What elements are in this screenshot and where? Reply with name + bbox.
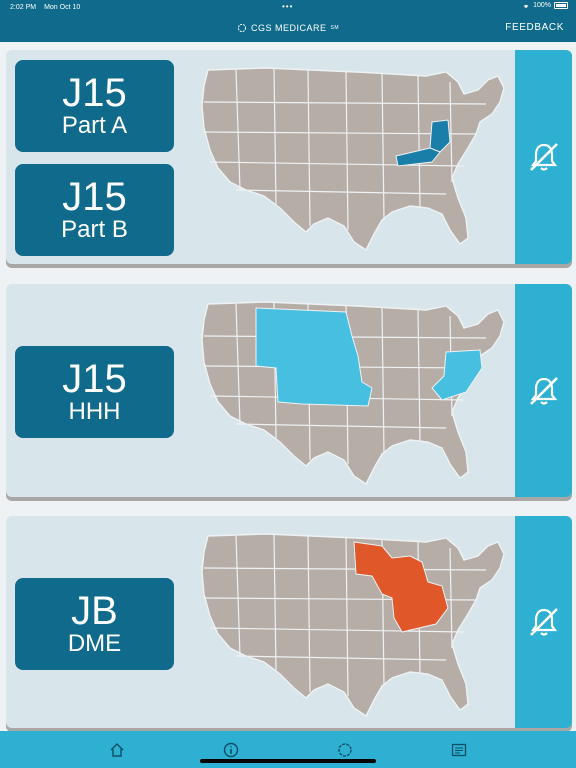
status-right: 100%: [522, 2, 568, 9]
brand-logo: CGS MEDICARE SM: [237, 23, 339, 33]
bell-off-icon: [529, 143, 558, 171]
wifi-icon: [523, 4, 529, 8]
info-icon: [223, 742, 239, 757]
card-j15-ab: J15 Part A J15 Part B: [6, 50, 572, 264]
j15-part-b-code: J15: [62, 175, 127, 219]
j15-hhh-code: J15: [62, 357, 127, 401]
newspaper-icon: [451, 743, 467, 756]
feedback-button[interactable]: FEEDBACK: [505, 22, 564, 33]
status-date: Mon Oct 10: [44, 3, 81, 11]
j15-part-a-code: J15: [62, 71, 127, 115]
top-navbar: CGS MEDICARE SM FEEDBACK: [0, 14, 576, 42]
battery-percent: 100%: [533, 2, 551, 9]
brand-name: CGS MEDICARE: [250, 23, 327, 33]
multitask-dots-icon: •••: [282, 2, 294, 11]
jb-dme-label: DME: [67, 630, 122, 657]
us-map-j15-ab: [201, 67, 505, 251]
j15-part-a-button[interactable]: J15 Part A: [15, 60, 174, 152]
notify-toggle-j15-hhh[interactable]: [515, 284, 572, 497]
battery-icon: [554, 2, 568, 9]
us-map-j15-hhh: [201, 301, 505, 485]
tab-home[interactable]: [103, 736, 131, 764]
tab-news[interactable]: [445, 736, 473, 764]
brand-mark: SM: [330, 25, 339, 31]
status-bar: 2:02 PM Mon Oct 10 ••• 100%: [0, 0, 576, 14]
j15-part-b-button[interactable]: J15 Part B: [15, 164, 174, 256]
jb-dme-code: JB: [71, 589, 118, 633]
j15-part-a-label: Part A: [61, 112, 128, 139]
card-j15-hhh: J15 HHH: [6, 284, 572, 497]
us-map-jb-dme: [201, 533, 505, 717]
notify-toggle-jb-dme[interactable]: [515, 516, 572, 728]
jb-dme-button[interactable]: JB DME: [15, 578, 174, 670]
j15-hhh-label: HHH: [68, 398, 121, 425]
j15-part-b-label: Part B: [61, 216, 128, 243]
card-jb-dme: JB DME: [6, 516, 572, 728]
bell-off-icon: [529, 608, 558, 636]
bell-off-icon: [529, 376, 558, 405]
home-icon: [110, 742, 124, 757]
cgs-logo-icon: [338, 742, 352, 757]
j15-hhh-button[interactable]: J15 HHH: [15, 346, 174, 438]
notify-toggle-j15-ab[interactable]: [515, 50, 572, 264]
cgs-logo-icon: [237, 23, 247, 33]
status-time: 2:02 PM: [10, 3, 37, 11]
home-indicator: [200, 759, 376, 763]
